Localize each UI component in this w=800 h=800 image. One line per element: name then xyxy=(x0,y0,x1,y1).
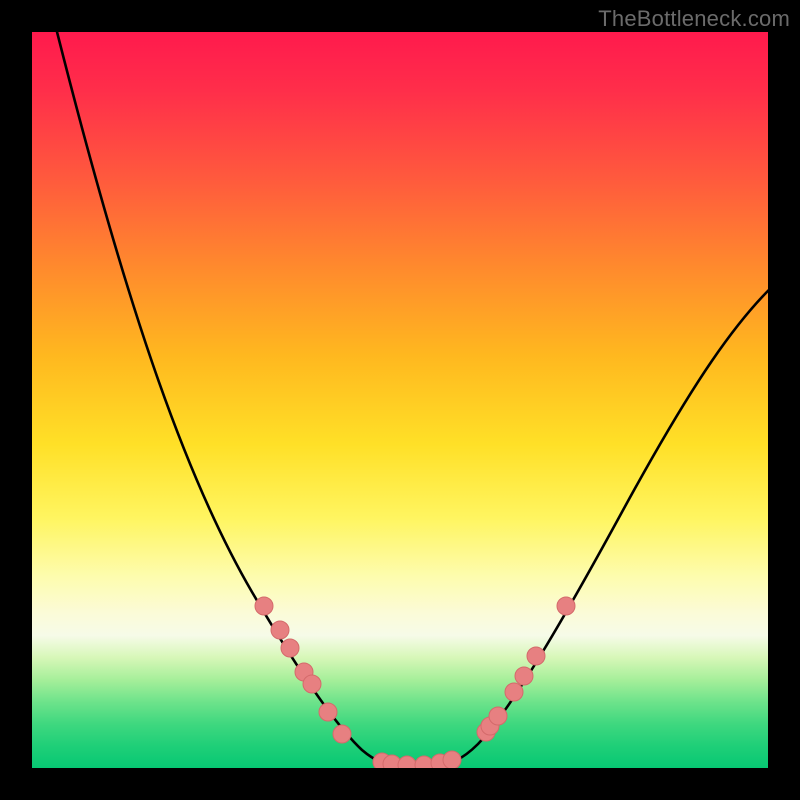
curve-marker xyxy=(333,725,351,743)
curve-markers xyxy=(255,597,575,768)
chart-frame: TheBottleneck.com xyxy=(0,0,800,800)
curve-marker xyxy=(398,756,416,768)
watermark-text: TheBottleneck.com xyxy=(598,6,790,32)
curve-marker xyxy=(557,597,575,615)
curve-marker xyxy=(319,703,337,721)
curve-marker xyxy=(515,667,533,685)
chart-svg xyxy=(32,32,768,768)
curve-marker xyxy=(303,675,321,693)
curve-marker xyxy=(443,751,461,768)
curve-marker xyxy=(489,707,507,725)
curve-marker xyxy=(255,597,273,615)
curve-marker xyxy=(271,621,289,639)
plot-area xyxy=(32,32,768,768)
curve-marker xyxy=(527,647,545,665)
curve-marker xyxy=(505,683,523,701)
curve-marker xyxy=(281,639,299,657)
curve-marker xyxy=(415,756,433,768)
bottleneck-curve xyxy=(52,32,768,766)
